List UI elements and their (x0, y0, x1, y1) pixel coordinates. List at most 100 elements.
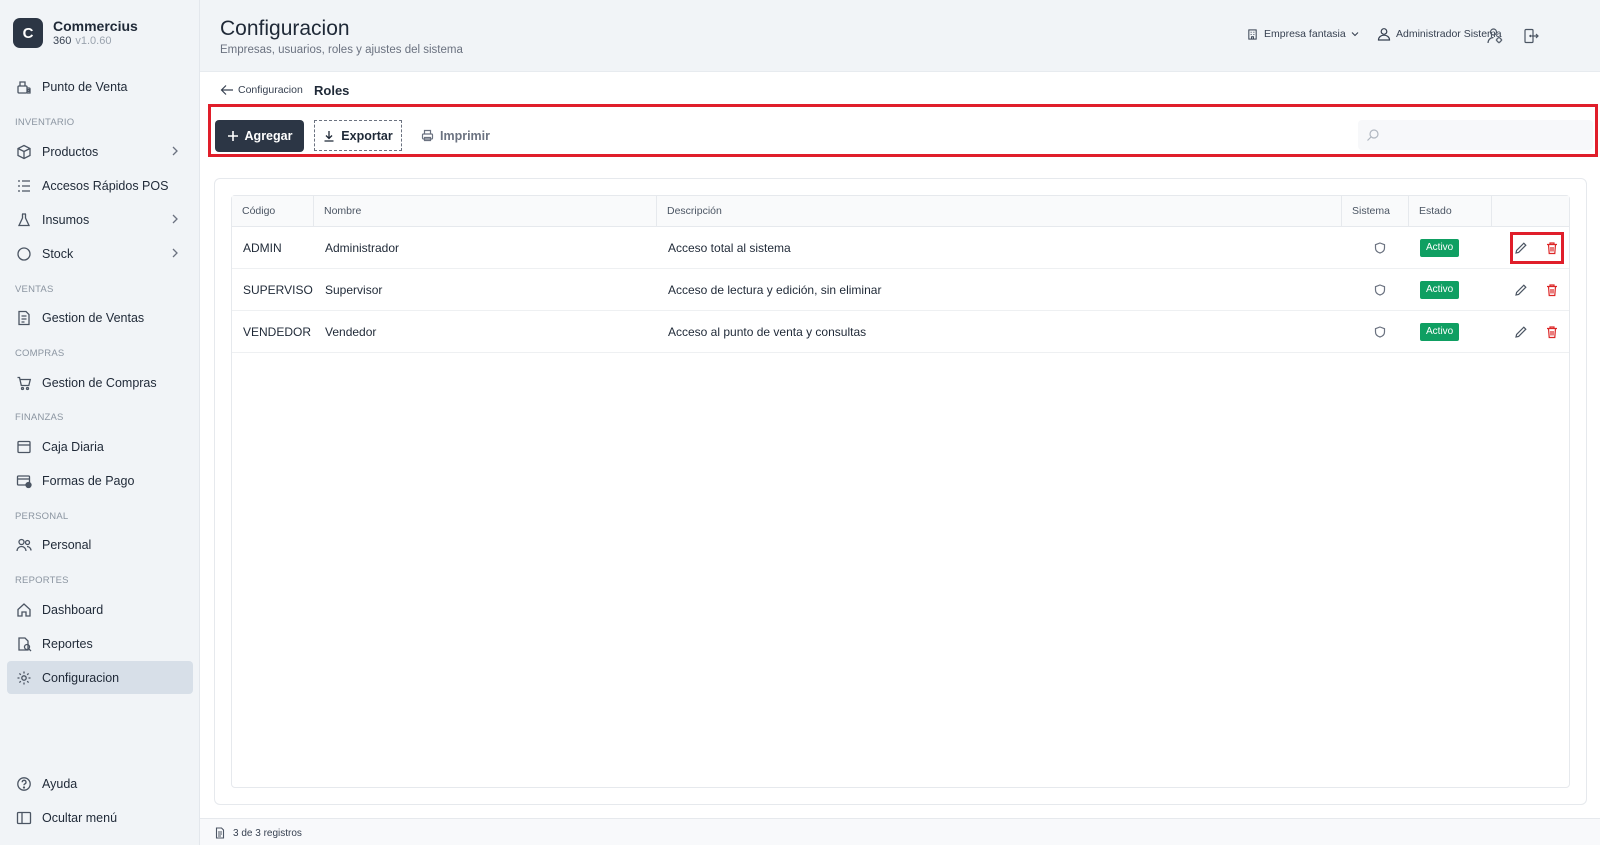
sidebar-item-label: Reportes (42, 636, 93, 651)
sidebar-item-stock[interactable]: Stock (7, 237, 193, 270)
chevron-right-icon (172, 214, 178, 224)
register-icon (17, 80, 31, 94)
sidebar-item-label: Gestion de Compras (42, 375, 157, 390)
company-selector[interactable]: Empresa fantasia (1247, 28, 1360, 40)
trash-icon[interactable] (1545, 283, 1559, 297)
record-count: 3 de 3 registros (233, 828, 302, 839)
app-logo: C (13, 18, 43, 48)
add-button[interactable]: Agregar (215, 120, 304, 152)
column-header-descripcion[interactable]: Descripción (657, 196, 1342, 227)
page-header: Configuracion Empresas, usuarios, roles … (200, 0, 1600, 72)
table-header: Código Nombre Descripción Sistema Estado (232, 196, 1569, 227)
section-ventas: VENTAS (15, 284, 54, 295)
panel-left-icon (16, 811, 32, 824)
breadcrumb-parent: Configuracion (238, 84, 303, 96)
sidebar-item-label: Productos (42, 144, 99, 159)
home-icon (17, 602, 31, 617)
receipt-icon (18, 310, 30, 325)
page-subtitle: Empresas, usuarios, roles y ajustes del … (220, 44, 463, 56)
print-button[interactable]: Imprimir (421, 120, 490, 151)
highlight-box (1510, 232, 1564, 264)
report-icon (18, 636, 32, 651)
cell-codigo: VENDEDOR (243, 325, 312, 339)
shield-icon (1374, 242, 1386, 254)
table-row[interactable]: VENDEDOR Vendedor Acceso al punto de ven… (232, 311, 1569, 353)
sidebar-item-configuracion[interactable]: Configuracion (7, 661, 193, 694)
box-icon (17, 144, 31, 159)
company-name: Empresa fantasia (1264, 28, 1346, 40)
document-icon (215, 827, 225, 839)
help-icon (17, 776, 31, 791)
column-header-sistema[interactable]: Sistema (1342, 196, 1409, 227)
section-personal: PERSONAL (15, 511, 69, 522)
status-badge: Activo (1420, 323, 1460, 341)
cell-nombre: Administrador (325, 241, 400, 255)
sidebar-item-ayuda[interactable]: Ayuda (7, 767, 193, 800)
download-icon (324, 130, 334, 142)
sidebar-item-reportes[interactable]: Reportes (7, 627, 193, 660)
sidebar-item-gestion-compras[interactable]: Gestion de Compras (7, 366, 193, 399)
building-icon (1248, 28, 1257, 40)
cell-codigo: ADMIN (243, 241, 282, 255)
cart-icon (17, 376, 32, 390)
section-compras: COMPRAS (15, 348, 65, 359)
sidebar: C Commercius 360 v1.0.60 Punto de Venta I… (0, 0, 200, 845)
app-version: v1.0.60 (75, 35, 112, 47)
app-name: Commercius (53, 18, 138, 34)
sidebar-item-dashboard[interactable]: Dashboard (7, 593, 193, 626)
sidebar-item-accesos-rapidos[interactable]: Accesos Rápidos POS (7, 169, 193, 202)
sidebar-item-personal[interactable]: Personal (7, 528, 193, 561)
search-box (1358, 120, 1593, 150)
sidebar-item-label: Ocultar menú (42, 810, 118, 825)
cell-codigo: SUPERVISO (243, 283, 313, 297)
user-gear-icon (1487, 28, 1503, 44)
chevron-right-icon (172, 248, 178, 258)
trash-icon[interactable] (1545, 325, 1559, 339)
cash-register-icon (17, 440, 31, 453)
edit-icon[interactable] (1514, 325, 1528, 339)
section-reportes: REPORTES (15, 575, 69, 586)
user-icon (1377, 28, 1391, 41)
cell-descripcion: Acceso de lectura y edición, sin elimina… (668, 283, 882, 297)
logout-button[interactable] (1522, 27, 1540, 45)
column-header-nombre[interactable]: Nombre (314, 196, 657, 227)
printer-icon (421, 129, 434, 142)
user-settings-button[interactable] (1486, 27, 1504, 45)
print-button-label: Imprimir (440, 128, 491, 143)
plus-icon (227, 131, 238, 141)
sidebar-item-punto-de-venta[interactable]: Punto de Venta (7, 70, 193, 103)
sidebar-item-label: Configuracion (42, 670, 120, 685)
edit-icon[interactable] (1514, 283, 1528, 297)
sidebar-item-label: Formas de Pago (42, 473, 135, 488)
sidebar-item-gestion-ventas[interactable]: Gestion de Ventas (7, 301, 193, 334)
flask-icon (17, 212, 31, 226)
toolbar: Agregar Exportar Imprimir (208, 104, 1598, 157)
shield-icon (1374, 326, 1386, 338)
column-header-estado[interactable]: Estado (1409, 196, 1492, 227)
sidebar-item-label: Stock (42, 246, 74, 261)
section-finanzas: FINANZAS (15, 412, 64, 423)
sidebar-item-caja-diaria[interactable]: Caja Diaria (7, 430, 193, 463)
cell-descripcion: Acceso al punto de venta y consultas (668, 325, 867, 339)
circle-icon (17, 246, 31, 261)
column-header-codigo[interactable]: Código (232, 196, 314, 227)
breadcrumb-current: Roles (314, 83, 350, 98)
sidebar-item-formas-de-pago[interactable]: Formas de Pago (7, 464, 193, 497)
page-title: Configuracion (220, 17, 350, 40)
breadcrumb-back[interactable]: Configuracion (220, 83, 303, 97)
table-row[interactable]: SUPERVISO Supervisor Acceso de lectura y… (232, 269, 1569, 311)
sidebar-item-label: Personal (42, 537, 92, 552)
app-edition: 360 (53, 35, 72, 47)
sidebar-item-insumos[interactable]: Insumos (7, 203, 193, 236)
sidebar-item-productos[interactable]: Productos (7, 135, 193, 168)
table-row[interactable]: ADMIN Administrador Acceso total al sist… (232, 227, 1569, 269)
search-input[interactable] (1386, 120, 1586, 150)
sidebar-item-ocultar-menu[interactable]: Ocultar menú (7, 801, 193, 834)
export-button[interactable]: Exportar (314, 120, 402, 151)
cell-nombre: Supervisor (325, 283, 383, 297)
roles-table: Código Nombre Descripción Sistema Estado… (231, 195, 1570, 788)
sidebar-item-label: Gestion de Ventas (42, 310, 145, 325)
user-menu[interactable]: Administrador Sistema (1377, 27, 1502, 41)
cell-nombre: Vendedor (325, 325, 377, 339)
logout-icon (1524, 28, 1539, 44)
